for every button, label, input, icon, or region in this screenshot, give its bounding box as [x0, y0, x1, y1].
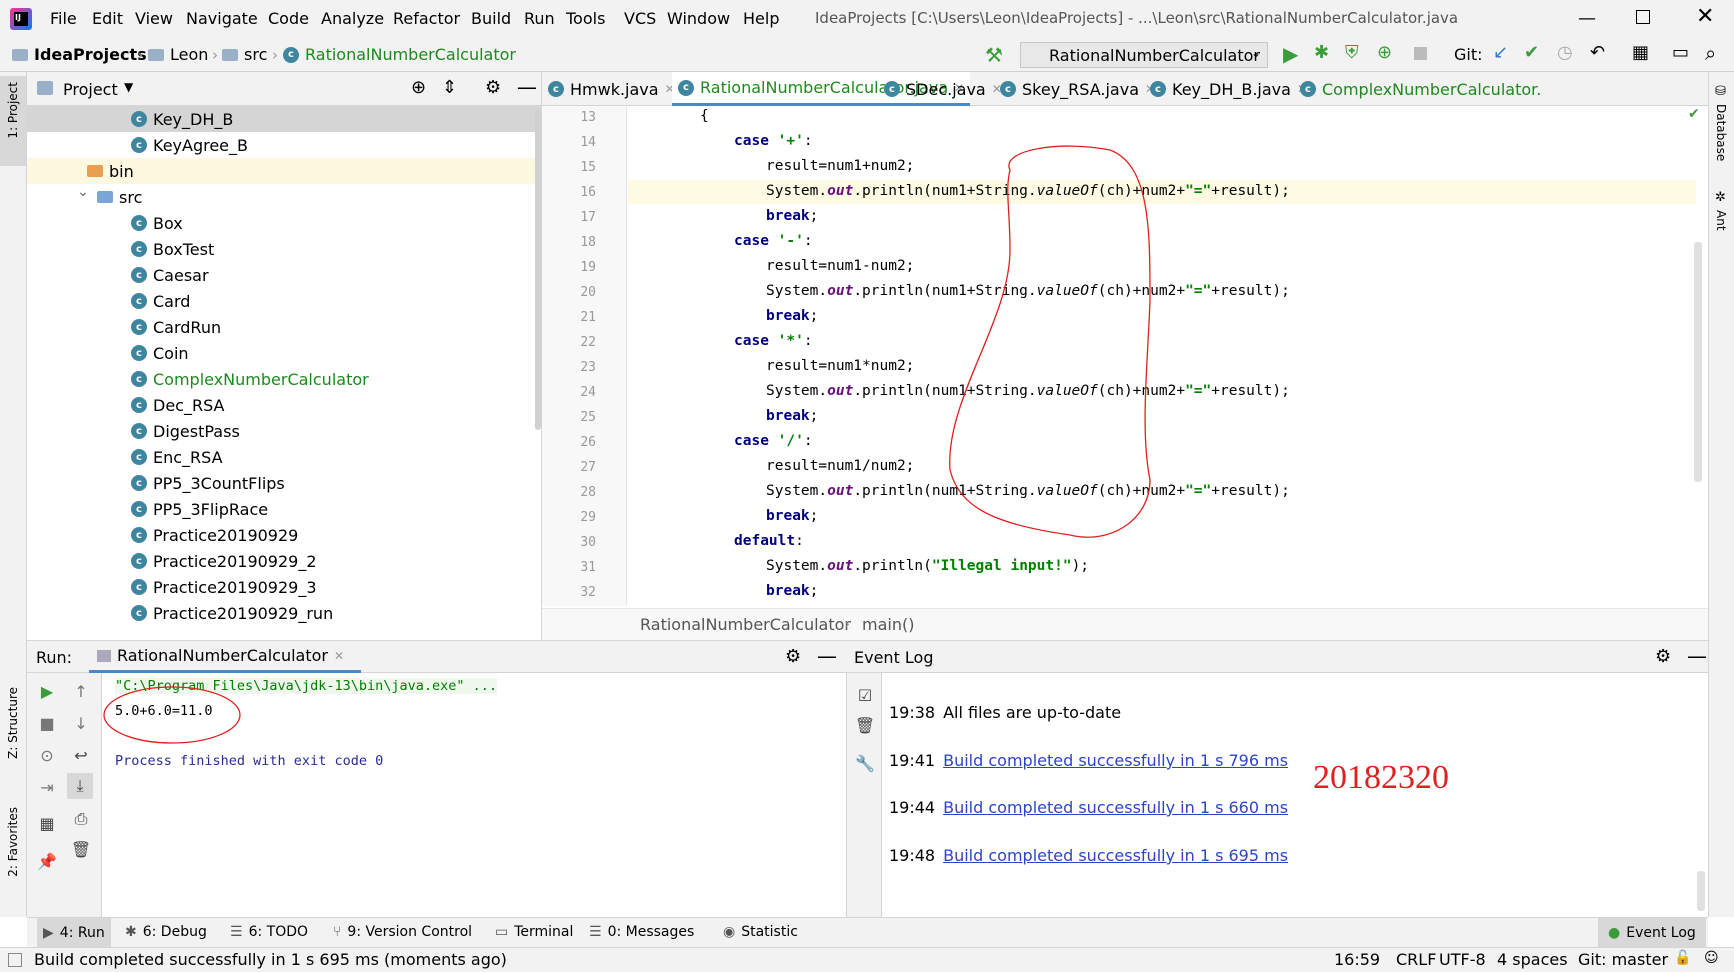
red-loop-annotation [949, 145, 1151, 538]
red-output-circle [103, 686, 241, 744]
hand-drawn-annotations [103, 145, 1151, 744]
